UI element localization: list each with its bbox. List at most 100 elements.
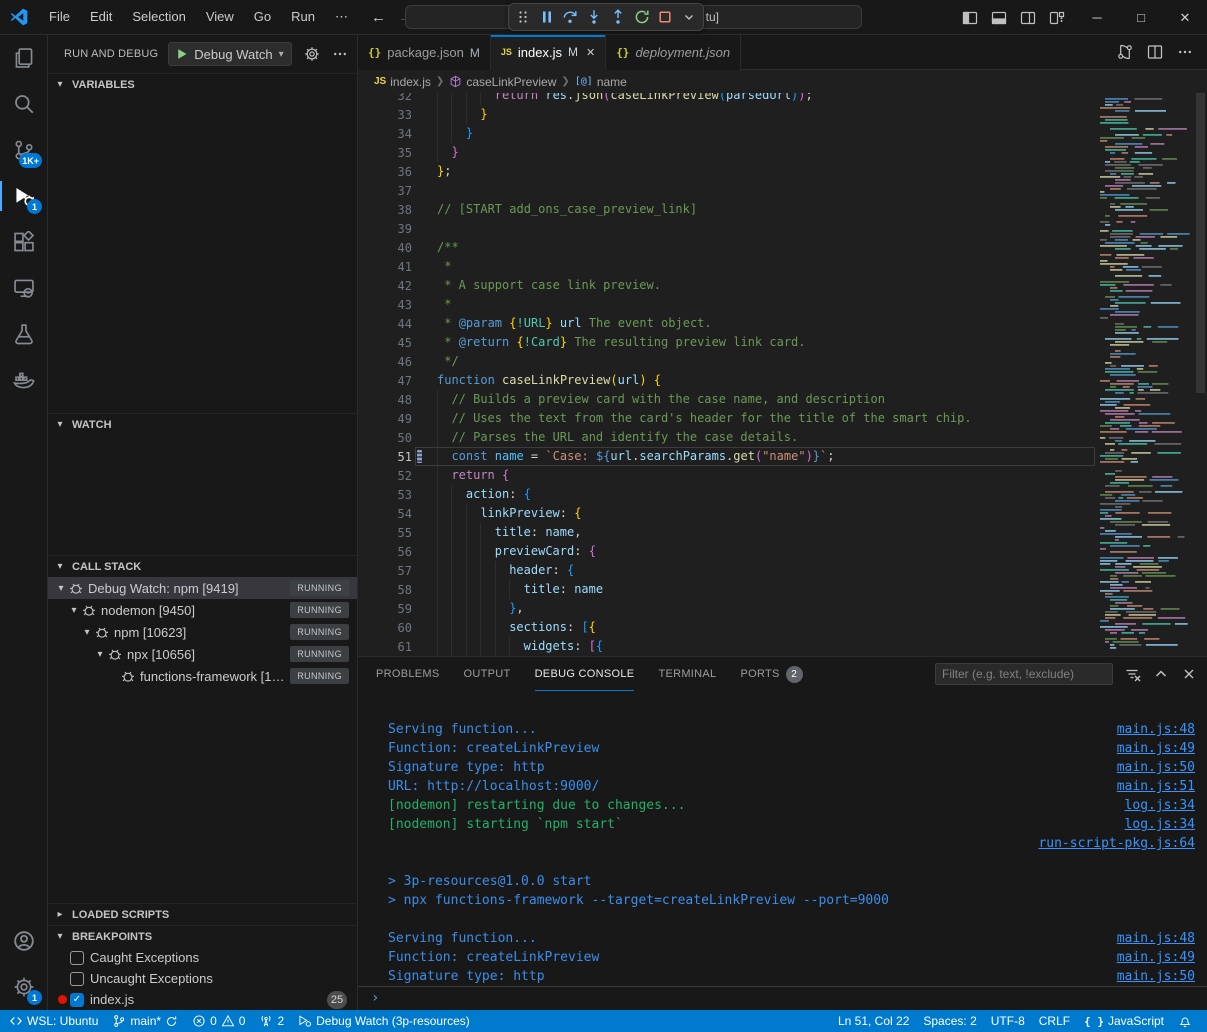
console-filter-input[interactable] — [935, 663, 1113, 685]
line-number[interactable]: 48 — [358, 393, 412, 407]
section-variables[interactable]: ▾VARIABLES — [48, 73, 357, 95]
line-number[interactable]: 58 — [358, 583, 412, 597]
code-line-55[interactable]: 55title: name, — [358, 523, 1207, 542]
activity-source-control[interactable]: 1K+ — [0, 127, 48, 173]
activity-settings[interactable]: 1 — [0, 964, 48, 1010]
activity-remote-explorer[interactable] — [0, 265, 48, 311]
code-editor[interactable]: 32return res.json(caseLinkPreview(parsed… — [358, 93, 1207, 656]
code-line-53[interactable]: 53action: { — [358, 485, 1207, 504]
activity-run-and-debug[interactable]: 1 — [0, 173, 48, 219]
toggle-panel-icon[interactable] — [991, 10, 1007, 26]
code-line-32[interactable]: 32return res.json(caseLinkPreview(parsed… — [358, 93, 1207, 105]
status-problems[interactable]: 00 — [185, 1010, 252, 1032]
debug-restart-icon[interactable] — [632, 7, 652, 27]
line-number[interactable]: 33 — [358, 108, 412, 122]
activity-docker[interactable] — [0, 357, 48, 403]
tab-deployment.json[interactable]: {}deployment.json — [606, 35, 741, 70]
code-line-44[interactable]: 44 * @param {!URL} url The event object. — [358, 314, 1207, 333]
close-tab-icon[interactable]: ✕ — [586, 46, 595, 59]
line-number[interactable]: 34 — [358, 127, 412, 141]
line-number[interactable]: 38 — [358, 203, 412, 217]
tab-package.json[interactable]: {}package.jsonM — [358, 35, 491, 70]
panel-tab-debug-console[interactable]: DEBUG CONSOLE — [535, 657, 635, 691]
menu-item-view[interactable]: View — [197, 6, 243, 28]
line-number[interactable]: 54 — [358, 507, 412, 521]
code-line-60[interactable]: 60sections: [{ — [358, 618, 1207, 637]
status-encoding[interactable]: UTF-8 — [984, 1010, 1032, 1032]
code-line-35[interactable]: 35} — [358, 143, 1207, 162]
debug-step-into-icon[interactable] — [584, 7, 604, 27]
close-button[interactable]: ✕ — [1163, 0, 1207, 35]
console-source-link[interactable]: main.js:49 — [1117, 950, 1195, 965]
code-line-61[interactable]: 61widgets: [{ — [358, 637, 1207, 656]
breakpoint-checkbox[interactable] — [70, 951, 84, 965]
activity-testing[interactable] — [0, 311, 48, 357]
line-number[interactable]: 59 — [358, 602, 412, 616]
breadcrumb-item-caseLinkPreview[interactable]: caseLinkPreview — [449, 75, 556, 89]
breakpoint-row[interactable]: Uncaught Exceptions — [48, 968, 357, 989]
console-source-link[interactable]: main.js:51 — [1117, 779, 1195, 794]
debug-config-dropdown[interactable]: Debug Watch ▾ — [168, 42, 291, 66]
breakpoint-checkbox[interactable] — [70, 972, 84, 986]
maximize-panel-icon[interactable] — [1153, 666, 1169, 682]
code-line-54[interactable]: 54linkPreview: { — [358, 504, 1207, 523]
section-breakpoints[interactable]: ▾BREAKPOINTS — [48, 925, 357, 947]
console-source-link[interactable]: main.js:49 — [1117, 741, 1195, 756]
code-line-33[interactable]: 33} — [358, 105, 1207, 124]
status-ports[interactable]: 2 — [252, 1010, 291, 1032]
breakpoint-checkbox[interactable]: ✓ — [70, 993, 84, 1007]
line-number[interactable]: 60 — [358, 621, 412, 635]
debug-stop-icon[interactable] — [655, 7, 675, 27]
line-number[interactable]: 55 — [358, 526, 412, 540]
code-line-36[interactable]: 36}; — [358, 162, 1207, 181]
breakpoint-row[interactable]: ✓index.js25 — [48, 989, 357, 1010]
maximize-button[interactable]: □ — [1119, 0, 1163, 35]
line-number[interactable]: 57 — [358, 564, 412, 578]
line-number[interactable]: 36 — [358, 165, 412, 179]
code-line-59[interactable]: 59}, — [358, 599, 1207, 618]
debug-step-out-icon[interactable] — [608, 7, 628, 27]
console-source-link[interactable]: main.js:48 — [1117, 931, 1195, 946]
call-stack-session[interactable]: ▾nodemon [9450]RUNNING — [48, 599, 357, 621]
call-stack-session[interactable]: ▾npx [10656]RUNNING — [48, 643, 357, 665]
line-number[interactable]: 50 — [358, 431, 412, 445]
line-number[interactable]: 47 — [358, 374, 412, 388]
debug-pause-icon[interactable] — [537, 7, 557, 27]
line-number[interactable]: 35 — [358, 146, 412, 160]
console-source-link[interactable]: log.js:34 — [1125, 798, 1195, 813]
code-line-38[interactable]: 38// [START add_ons_case_preview_link] — [358, 200, 1207, 219]
status-branch[interactable]: main* — [105, 1010, 185, 1032]
code-line-56[interactable]: 56previewCard: { — [358, 542, 1207, 561]
code-line-47[interactable]: 47function caseLinkPreview(url) { — [358, 371, 1207, 390]
menu-item-edit[interactable]: Edit — [81, 6, 121, 28]
console-source-link[interactable]: log.js:34 — [1125, 817, 1195, 832]
code-line-48[interactable]: 48// Builds a preview card with the case… — [358, 390, 1207, 409]
menu-item-selection[interactable]: Selection — [123, 6, 194, 28]
breadcrumb-item-name[interactable]: [@]name — [575, 75, 627, 89]
debug-console-input[interactable]: › — [358, 986, 1207, 1009]
line-number[interactable]: 37 — [358, 184, 412, 198]
activity-accounts[interactable] — [0, 918, 48, 964]
status-cursor-position[interactable]: Ln 51, Col 22 — [831, 1010, 916, 1032]
status-remote[interactable]: WSL: Ubuntu — [2, 1010, 105, 1032]
tab-index.js[interactable]: JSindex.jsM✕ — [491, 35, 606, 70]
code-line-42[interactable]: 42 * A support case link preview. — [358, 276, 1207, 295]
panel-tab-ports[interactable]: PORTS2 — [740, 657, 802, 691]
activity-extensions[interactable] — [0, 219, 48, 265]
editor-scrollbar[interactable] — [1194, 93, 1207, 656]
breakpoint-row[interactable]: Caught Exceptions — [48, 947, 357, 968]
debug-step-over-icon[interactable] — [560, 7, 580, 27]
line-number[interactable]: 32 — [358, 93, 412, 103]
code-line-52[interactable]: 52return { — [358, 466, 1207, 485]
code-line-49[interactable]: 49// Uses the text from the card's heade… — [358, 409, 1207, 428]
console-source-link[interactable]: run-script-pkg.js:64 — [1038, 836, 1195, 851]
code-line-45[interactable]: 45 * @return {!Card} The resulting previ… — [358, 333, 1207, 352]
code-line-46[interactable]: 46 */ — [358, 352, 1207, 371]
line-number[interactable]: 45 — [358, 336, 412, 350]
debug-settings-gear-icon[interactable] — [304, 46, 320, 62]
code-line-40[interactable]: 40/** — [358, 238, 1207, 257]
code-line-58[interactable]: 58title: name — [358, 580, 1207, 599]
code-line-39[interactable]: 39 — [358, 219, 1207, 238]
code-line-50[interactable]: 50// Parses the URL and identify the cas… — [358, 428, 1207, 447]
line-number[interactable]: 41 — [358, 260, 412, 274]
